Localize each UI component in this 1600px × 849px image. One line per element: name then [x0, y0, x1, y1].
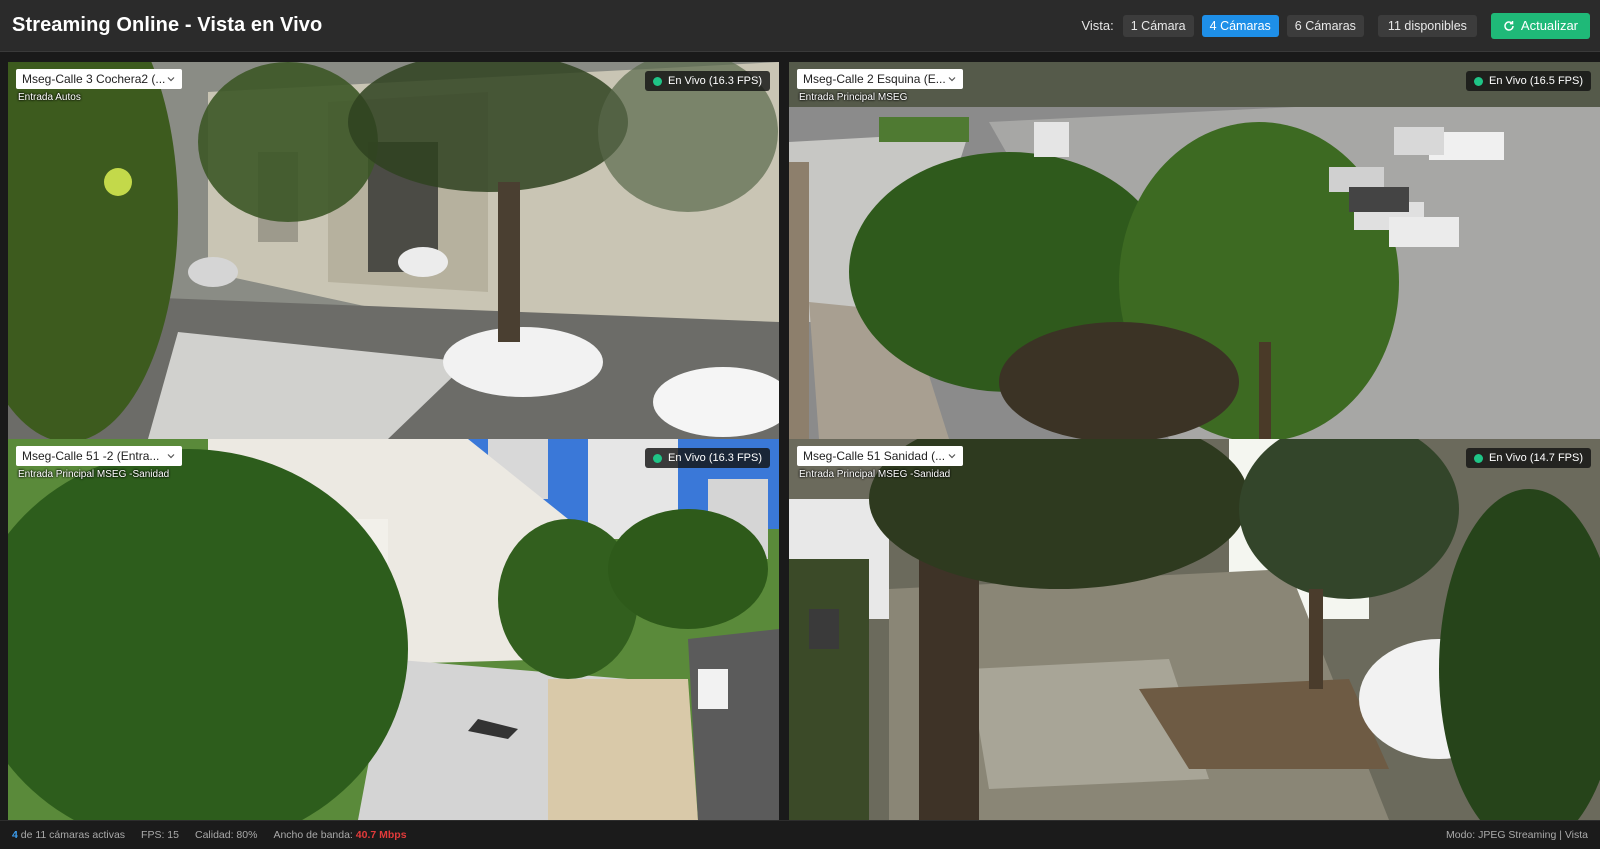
chevron-down-icon [948, 77, 956, 82]
bandwidth-value: 40.7 Mbps [355, 829, 407, 841]
live-dot-icon [653, 76, 663, 86]
refresh-button[interactable]: Actualizar [1490, 12, 1590, 39]
refresh-icon [1504, 20, 1514, 31]
available-count-button[interactable]: 11 disponibles [1377, 14, 1477, 37]
camera-feed-4 [789, 439, 1600, 820]
active-cameras: 4 de 11 cámaras activas [12, 829, 125, 841]
camera-select-3-label: Mseg-Calle 51 -2 (Entra... [22, 449, 160, 463]
live-status-badge-4: En Vivo (14.7 FPS) [1466, 448, 1591, 468]
view-1-camera-button[interactable]: 1 Cámara [1122, 14, 1194, 37]
quality-stat: Calidad: 80% [194, 829, 258, 841]
camera-select-4-label: Mseg-Calle 51 Sanidad (... [803, 449, 946, 463]
chevron-down-icon [167, 454, 175, 459]
camera-select-2-label: Mseg-Calle 2 Esquina (E... [803, 72, 946, 86]
camera-feed-2 [789, 62, 1600, 439]
camera-grid: Mseg-Calle 3 Cochera2 (... Entrada Autos… [8, 62, 1600, 820]
view-4-cameras-button[interactable]: 4 Cámaras [1201, 14, 1279, 37]
live-dot-icon [1474, 453, 1484, 463]
live-status-badge-2: En Vivo (16.5 FPS) [1466, 71, 1591, 91]
live-status-badge-1: En Vivo (16.3 FPS) [645, 71, 770, 91]
chevron-down-icon [167, 77, 175, 82]
camera-tile-3[interactable]: Mseg-Calle 51 -2 (Entra... Entrada Princ… [8, 439, 779, 820]
live-dot-icon [1474, 76, 1484, 86]
camera-tile-1[interactable]: Mseg-Calle 3 Cochera2 (... Entrada Autos… [8, 62, 779, 439]
camera-select-4[interactable]: Mseg-Calle 51 Sanidad (... [797, 446, 963, 466]
live-dot-icon [653, 453, 663, 463]
chevron-down-icon [948, 454, 956, 459]
camera-subtitle-2: Entrada Principal MSEG [799, 92, 908, 103]
page-title: Streaming Online - Vista en Vivo [12, 14, 323, 36]
bandwidth-label: Ancho de banda: [273, 829, 353, 841]
camera-select-1[interactable]: Mseg-Calle 3 Cochera2 (... [16, 69, 182, 89]
camera-tile-4[interactable]: Mseg-Calle 51 Sanidad (... Entrada Princ… [789, 439, 1600, 820]
live-status-text-3: En Vivo (16.3 FPS) [668, 452, 762, 464]
camera-feed-1 [8, 62, 779, 439]
live-status-badge-3: En Vivo (16.3 FPS) [645, 448, 770, 468]
view-controls: Vista: 1 Cámara 4 Cámaras 6 Cámaras 11 d… [1081, 12, 1590, 39]
camera-tile-2[interactable]: Mseg-Calle 2 Esquina (E... Entrada Princ… [789, 62, 1600, 439]
live-status-text-1: En Vivo (16.3 FPS) [668, 75, 762, 87]
live-status-text-2: En Vivo (16.5 FPS) [1489, 75, 1583, 87]
status-stats: 4 de 11 cámaras activas FPS: 15 Calidad:… [12, 829, 407, 841]
refresh-label: Actualizar [1520, 18, 1578, 33]
active-count: 4 [12, 829, 18, 841]
view-label: Vista: [1081, 18, 1114, 33]
mode-info: Modo: JPEG Streaming | Vista [1445, 829, 1588, 841]
camera-select-2[interactable]: Mseg-Calle 2 Esquina (E... [797, 69, 963, 89]
status-bar: 4 de 11 cámaras activas FPS: 15 Calidad:… [0, 820, 1600, 849]
bandwidth-stat: Ancho de banda: 40.7 Mbps [273, 829, 406, 841]
camera-feed-3 [8, 439, 779, 820]
active-text: de 11 cámaras activas [20, 829, 126, 841]
fps-stat: FPS: 15 [141, 829, 179, 841]
top-bar: Streaming Online - Vista en Vivo Vista: … [0, 0, 1600, 52]
camera-subtitle-4: Entrada Principal MSEG -Sanidad [799, 469, 951, 480]
camera-select-1-label: Mseg-Calle 3 Cochera2 (... [22, 72, 166, 86]
camera-select-3[interactable]: Mseg-Calle 51 -2 (Entra... [16, 446, 182, 466]
live-status-text-4: En Vivo (14.7 FPS) [1489, 452, 1583, 464]
camera-subtitle-1: Entrada Autos [18, 92, 81, 103]
view-6-cameras-button[interactable]: 6 Cámaras [1286, 14, 1364, 37]
camera-subtitle-3: Entrada Principal MSEG -Sanidad [18, 469, 170, 480]
